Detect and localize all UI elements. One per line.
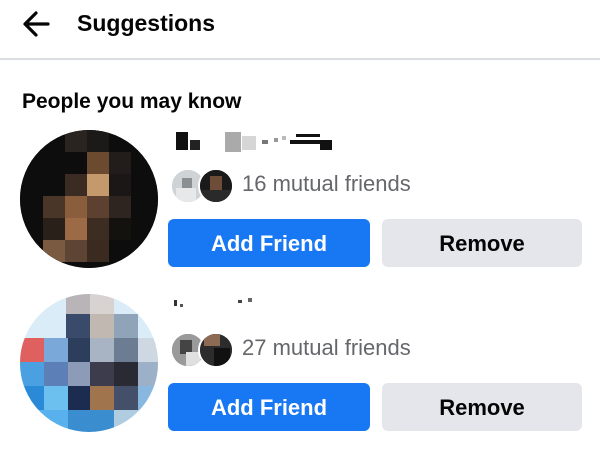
back-button[interactable] [18,6,58,42]
arrow-left-icon [23,11,50,37]
pixelated-photo [20,294,158,432]
remove-button[interactable]: Remove [382,219,582,267]
pixelated-photo [20,130,158,268]
page-title: Suggestions [77,10,216,36]
mutual-friends[interactable]: 16 mutual friends [170,166,470,204]
suggestion-card: 27 mutual friends Add Friend Remove [0,292,600,452]
remove-button[interactable]: Remove [382,383,582,431]
profile-avatar[interactable] [20,130,158,268]
add-friend-button[interactable]: Add Friend [168,383,370,431]
mini-avatar [198,332,234,368]
redacted-name [174,298,252,307]
profile-avatar[interactable] [20,294,158,432]
redacted-name [176,132,332,152]
mutual-friends[interactable]: 27 mutual friends [170,330,470,368]
top-bar: Suggestions [0,0,600,60]
mutual-friend-avatars [170,330,236,368]
suggestion-card: 16 mutual friends Add Friend Remove [0,128,600,288]
section-heading: People you may know [22,90,242,113]
mutual-friends-count: 16 mutual friends [242,171,411,196]
mutual-friend-avatars [170,166,236,204]
mutual-friends-count: 27 mutual friends [242,335,411,360]
add-friend-button[interactable]: Add Friend [168,219,370,267]
mini-avatar [198,168,234,204]
